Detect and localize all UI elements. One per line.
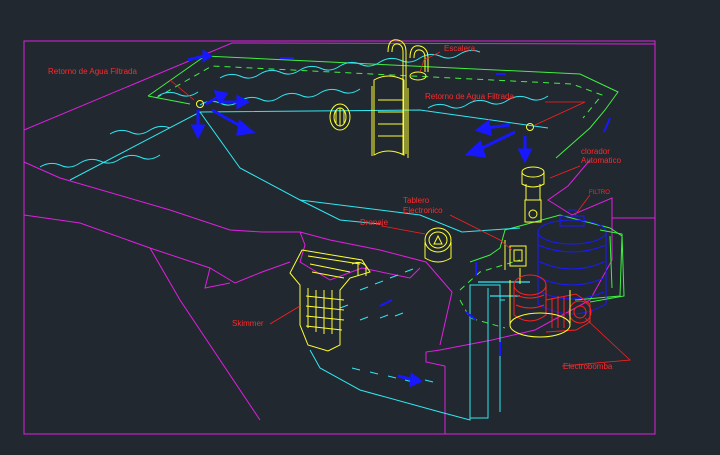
wall-drain-icon <box>329 103 351 131</box>
drain-fitting <box>424 227 452 263</box>
label-filtro: FILTRO <box>589 190 610 196</box>
electro-pump <box>513 274 592 333</box>
label-skimmer: Skimmer <box>232 319 264 328</box>
component-labels: Retorno de Agua Filtrada Escalera Retorn… <box>48 44 622 371</box>
label-retorno-left: Retorno de Agua Filtrada <box>48 67 137 76</box>
pool-system-diagram: Retorno de Agua Filtrada Escalera Retorn… <box>23 39 656 435</box>
label-clorador-2: Automatico <box>581 156 622 165</box>
chlorinator-unit <box>521 166 545 223</box>
label-escalera: Escalera <box>444 44 476 53</box>
water-surface <box>39 49 549 421</box>
label-tablero: Tablero <box>403 196 430 205</box>
pool-ladder <box>371 39 429 158</box>
label-drenaje: Drenaje <box>360 218 389 227</box>
label-retorno-right: Retorno de Agua Filtrada <box>425 92 514 101</box>
pump-base <box>509 280 571 338</box>
skimmer-unit <box>289 249 371 352</box>
label-electrobomba: Electrobomba <box>563 362 613 371</box>
label-clorador: clorador <box>581 147 610 156</box>
drawing-frame <box>23 40 656 435</box>
cad-drawing-viewport[interactable]: Retorno de Agua Filtrada Escalera Retorn… <box>0 0 720 450</box>
label-tablero-2: Electronico <box>403 206 443 215</box>
